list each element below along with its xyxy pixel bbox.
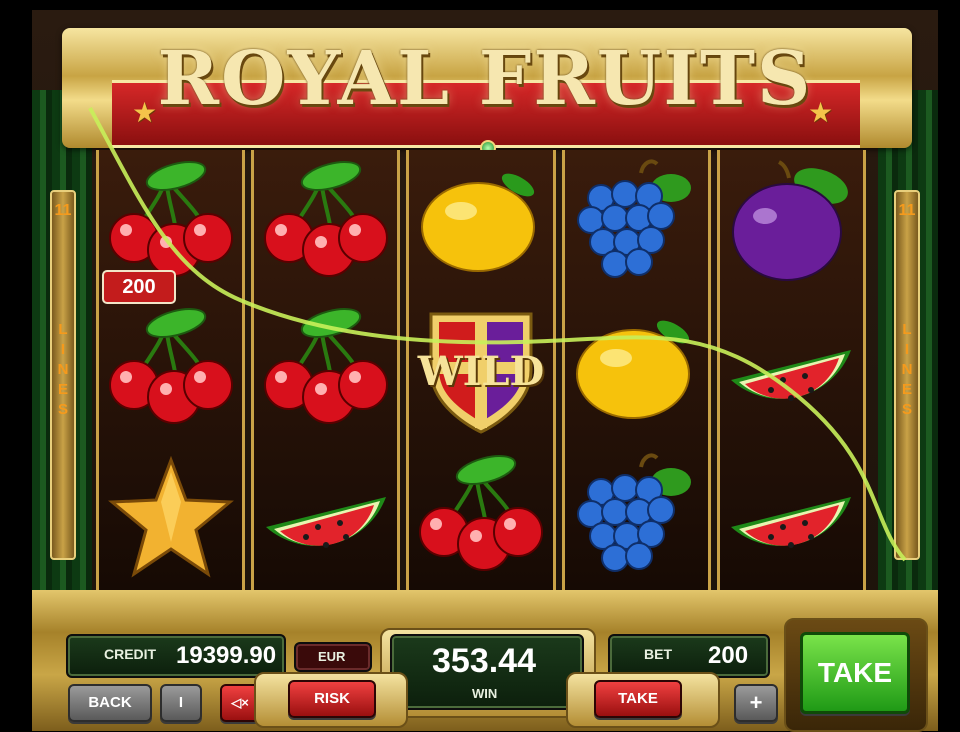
grapes-icon bbox=[566, 447, 706, 587]
lemon-icon bbox=[566, 300, 706, 440]
star-icon bbox=[101, 447, 241, 587]
lines-label: LINES bbox=[901, 321, 913, 418]
lines-badge-left: 11 LINES bbox=[50, 190, 76, 560]
reel-3: WILD bbox=[406, 150, 556, 590]
lines-count: 11 bbox=[54, 202, 72, 219]
win-label: WIN bbox=[472, 686, 498, 701]
cherries-icon bbox=[256, 300, 396, 440]
plum-icon bbox=[721, 153, 861, 293]
lemon-icon bbox=[411, 153, 551, 293]
lines-count: 11 bbox=[898, 202, 916, 219]
currency-box: EUR bbox=[294, 642, 372, 672]
reels-grid: WILD bbox=[96, 150, 866, 590]
reel-2 bbox=[251, 150, 401, 590]
take-small-button[interactable]: TAKE bbox=[594, 680, 682, 718]
lines-label: LINES bbox=[57, 321, 69, 418]
reel-4 bbox=[561, 150, 711, 590]
risk-button[interactable]: RISK bbox=[288, 680, 376, 718]
take-button[interactable]: TAKE bbox=[800, 632, 910, 714]
bet-label: BET bbox=[644, 646, 672, 662]
wild-label: WILD bbox=[417, 347, 545, 395]
credit-value: 19399.90 bbox=[176, 642, 277, 669]
game-title: ROYAL FRUITS bbox=[157, 36, 813, 122]
watermelon-icon bbox=[256, 447, 396, 587]
lines-badge-right: 11 LINES bbox=[894, 190, 920, 560]
wild-icon: WILD bbox=[411, 300, 551, 440]
cherries-icon bbox=[411, 447, 551, 587]
info-button[interactable]: I bbox=[160, 684, 202, 722]
currency-label: EUR bbox=[318, 649, 346, 664]
cherries-icon bbox=[101, 300, 241, 440]
line-win-badge: 200 bbox=[102, 270, 176, 304]
cherries-icon bbox=[256, 153, 396, 293]
credit-label: CREDIT bbox=[104, 646, 157, 662]
win-box: 353.44 WIN bbox=[390, 634, 584, 710]
watermelon-icon bbox=[721, 447, 861, 587]
back-button[interactable]: BACK bbox=[68, 684, 152, 722]
grapes-icon bbox=[566, 153, 706, 293]
control-panel: CREDIT 19399.90 EUR 353.44 WIN BET 200 B… bbox=[32, 590, 938, 732]
reel-1 bbox=[96, 150, 246, 590]
bet-plus-button[interactable]: + bbox=[734, 684, 778, 722]
bet-value: 200 bbox=[708, 642, 749, 669]
credit-box: CREDIT 19399.90 bbox=[66, 634, 286, 678]
reel-5 bbox=[716, 150, 866, 590]
watermelon-icon bbox=[721, 300, 861, 440]
win-value: 353.44 bbox=[432, 642, 536, 680]
